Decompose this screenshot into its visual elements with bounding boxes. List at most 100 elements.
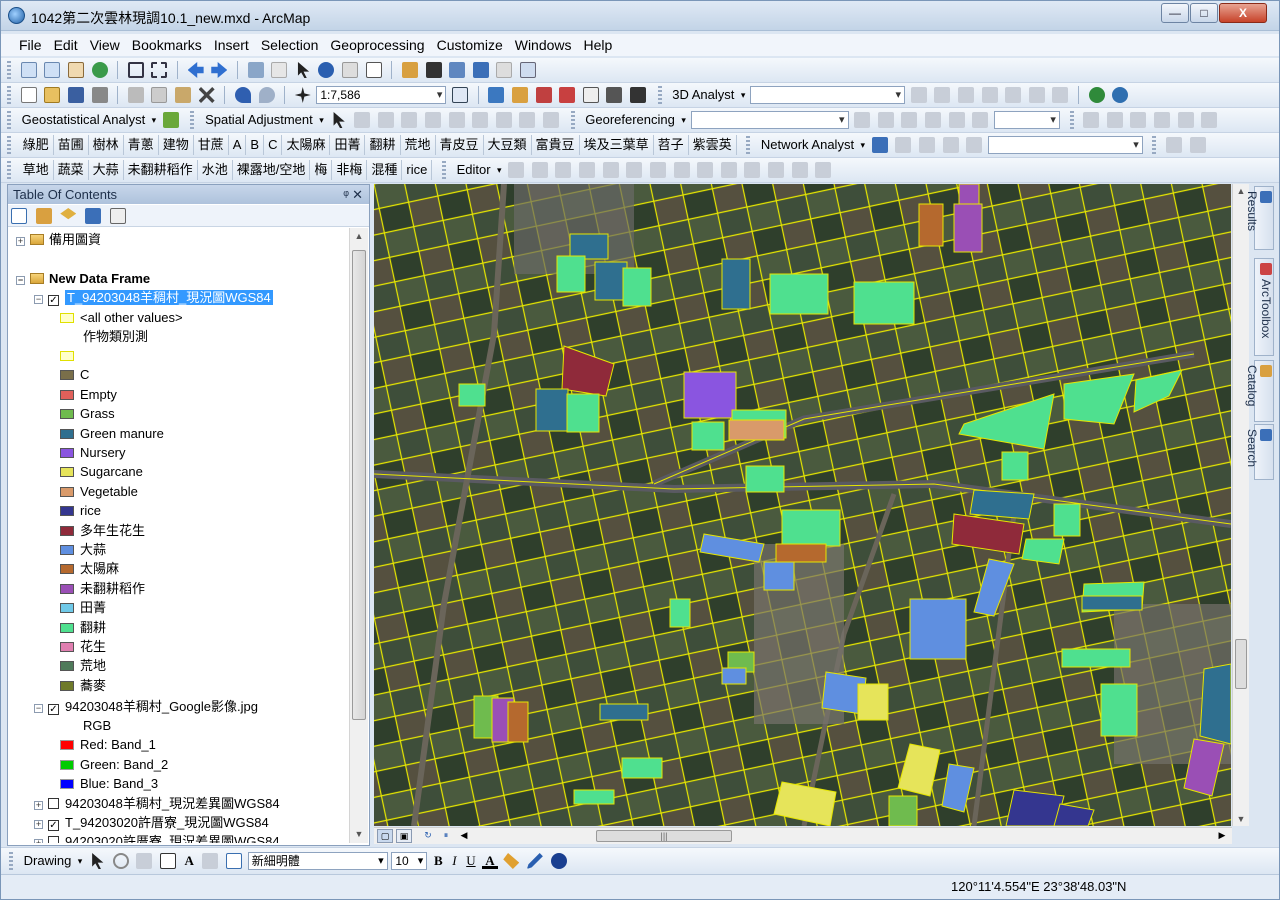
map-horizontal-scrollbar[interactable]: ▢ ▣ ↻ ⏸ ◀ ||| ▶	[374, 827, 1232, 844]
help-pointer-icon[interactable]	[630, 87, 646, 103]
menu-windows[interactable]: Windows	[509, 34, 578, 53]
full-extent-icon[interactable]	[91, 62, 108, 78]
arctoolbox-icon[interactable]	[559, 87, 576, 103]
toolbar-grip[interactable]	[7, 86, 11, 104]
identify-icon[interactable]	[318, 62, 335, 78]
forward-extent-icon[interactable]	[211, 62, 228, 78]
crop-button-rice[interactable]: rice	[402, 160, 433, 180]
georeferencing-layer-combo[interactable]	[690, 111, 849, 129]
toc-layer-xucuoliao-status[interactable]: + ✓ T_94203020許厝寮_現況圖WGS84	[34, 813, 269, 832]
cut-icon[interactable]	[127, 87, 144, 103]
3d-analyst-layer-combo[interactable]	[750, 86, 906, 104]
crop-button-sesbania[interactable]: 田菁	[330, 135, 366, 155]
fill-color-icon[interactable]	[503, 853, 520, 869]
menu-help[interactable]: Help	[578, 34, 619, 53]
catalog-tab[interactable]: Catalog	[1245, 360, 1274, 422]
expand-icon[interactable]: +	[34, 839, 43, 843]
crop-button-sugarcane[interactable]: 甘蔗	[194, 135, 229, 155]
scroll-left-icon[interactable]: ◀	[456, 829, 472, 843]
geostatistical-wizard-icon[interactable]	[162, 112, 179, 128]
delete-icon[interactable]	[198, 87, 215, 103]
layer-visibility-checkbox[interactable]: ✓	[48, 820, 59, 831]
model-builder-icon[interactable]	[606, 87, 623, 103]
rotate-element-icon[interactable]	[112, 853, 129, 869]
auto-hide-pin-icon[interactable]: ᵠ	[343, 185, 349, 204]
italic-button[interactable]: I	[449, 851, 459, 871]
find-route-icon[interactable]	[449, 62, 466, 78]
crop-button-bare-land[interactable]: 裸露地/空地	[233, 160, 311, 180]
crop-button-green-manure[interactable]: 綠肥	[19, 135, 54, 155]
3d-analyst-menu[interactable]: 3D Analyst ▾	[669, 85, 746, 105]
time-slider-icon[interactable]	[496, 62, 513, 78]
bold-button[interactable]: B	[431, 851, 446, 871]
scroll-down-icon[interactable]: ▼	[350, 826, 368, 843]
scroll-right-icon[interactable]: ▶	[1214, 829, 1230, 843]
font-size-combo[interactable]: 10	[391, 852, 428, 870]
go-to-xy-icon[interactable]	[472, 62, 489, 78]
map-scale-combo[interactable]: 1:7,586	[316, 86, 447, 104]
crop-button-b[interactable]: B	[246, 135, 265, 155]
expand-icon[interactable]: +	[16, 237, 25, 246]
map-vertical-scrollbar[interactable]: ▲ ▼	[1232, 184, 1249, 826]
list-by-visibility-icon[interactable]	[60, 208, 77, 220]
table-of-contents-icon[interactable]	[488, 87, 505, 103]
measure-icon[interactable]	[401, 62, 418, 78]
close-button[interactable]: X	[1219, 3, 1267, 23]
toolbar-grip[interactable]	[7, 161, 11, 179]
crop-button-garlic[interactable]: 大蒜	[89, 160, 124, 180]
network-dataset-combo[interactable]	[987, 136, 1143, 154]
drawing-menu[interactable]: Drawing ▾	[21, 851, 84, 871]
list-by-source-icon[interactable]	[35, 208, 52, 224]
network-analyst-window-icon[interactable]	[871, 137, 888, 153]
select-features-icon[interactable]	[247, 62, 264, 78]
toc-layer-google-image[interactable]: − ✓ 94203048羊稠村_Google影像.jpg	[34, 697, 258, 716]
geostatistical-analyst-menu[interactable]: Geostatistical Analyst ▾	[19, 110, 158, 130]
add-data-icon[interactable]	[294, 87, 311, 103]
minimize-button[interactable]: —	[1161, 3, 1189, 23]
data-view-button[interactable]: ▢	[377, 829, 393, 843]
crop-button-plowed[interactable]: 翻耕	[365, 135, 401, 155]
layout-view-button[interactable]: ▣	[396, 829, 412, 843]
rotate-value-input[interactable]	[993, 111, 1060, 129]
html-popup-icon[interactable]	[365, 62, 382, 78]
selected-layer-name[interactable]: T_94203048羊稠村_現況圖WGS84	[65, 290, 273, 305]
open-icon[interactable]	[44, 87, 61, 103]
toolbar-grip[interactable]	[1152, 136, 1157, 154]
crop-button-unplowed-rice[interactable]: 未翻耕稻作	[124, 160, 198, 180]
menu-edit[interactable]: Edit	[48, 34, 84, 53]
crop-button-egyptian-clover[interactable]: 埃及三葉草	[580, 135, 654, 155]
crop-button-green-bean[interactable]: 青皮豆	[436, 135, 484, 155]
menu-selection[interactable]: Selection	[255, 34, 325, 53]
scroll-thumb[interactable]	[352, 250, 366, 720]
crop-button-vetch[interactable]: 苕子	[654, 135, 689, 155]
search-tab[interactable]: Search	[1245, 424, 1274, 480]
crop-button-plum[interactable]: 梅	[310, 160, 333, 180]
toolbar-grip[interactable]	[657, 86, 662, 104]
toolbar-grip[interactable]	[7, 136, 11, 154]
crop-button-fugui-bean[interactable]: 富貴豆	[532, 135, 580, 155]
georeferencing-menu[interactable]: Georeferencing ▾	[582, 110, 687, 130]
crop-button-nursery[interactable]: 苗圃	[54, 135, 89, 155]
menu-geoprocessing[interactable]: Geoprocessing	[324, 34, 430, 53]
scroll-thumb[interactable]	[1235, 639, 1247, 689]
clear-selection-icon[interactable]	[271, 62, 288, 78]
scroll-down-icon[interactable]: ▼	[1233, 814, 1249, 824]
list-by-drawing-order-icon[interactable]	[11, 208, 27, 224]
editor-menu[interactable]: Editor ▾	[454, 160, 503, 180]
toolbar-grip[interactable]	[9, 852, 13, 870]
new-document-icon[interactable]	[20, 87, 37, 103]
toolbar-grip[interactable]	[441, 161, 446, 179]
menu-view[interactable]: View	[84, 34, 126, 53]
paste-icon[interactable]	[175, 87, 191, 103]
crop-button-building[interactable]: 建物	[159, 135, 194, 155]
toc-group-basemap[interactable]: + 備用圖資	[16, 230, 101, 249]
zoom-in-icon[interactable]	[20, 62, 37, 78]
line-color-icon[interactable]	[526, 853, 543, 869]
select-elements-icon[interactable]	[297, 62, 310, 78]
redo-icon[interactable]	[258, 87, 275, 103]
refresh-icon[interactable]: ↻	[420, 829, 436, 843]
crop-button-non-plum[interactable]: 非梅	[332, 160, 368, 180]
results-tab[interactable]: Results	[1245, 186, 1274, 250]
scroll-thumb[interactable]: |||	[596, 830, 732, 842]
fixed-zoom-in-icon[interactable]	[127, 62, 144, 78]
